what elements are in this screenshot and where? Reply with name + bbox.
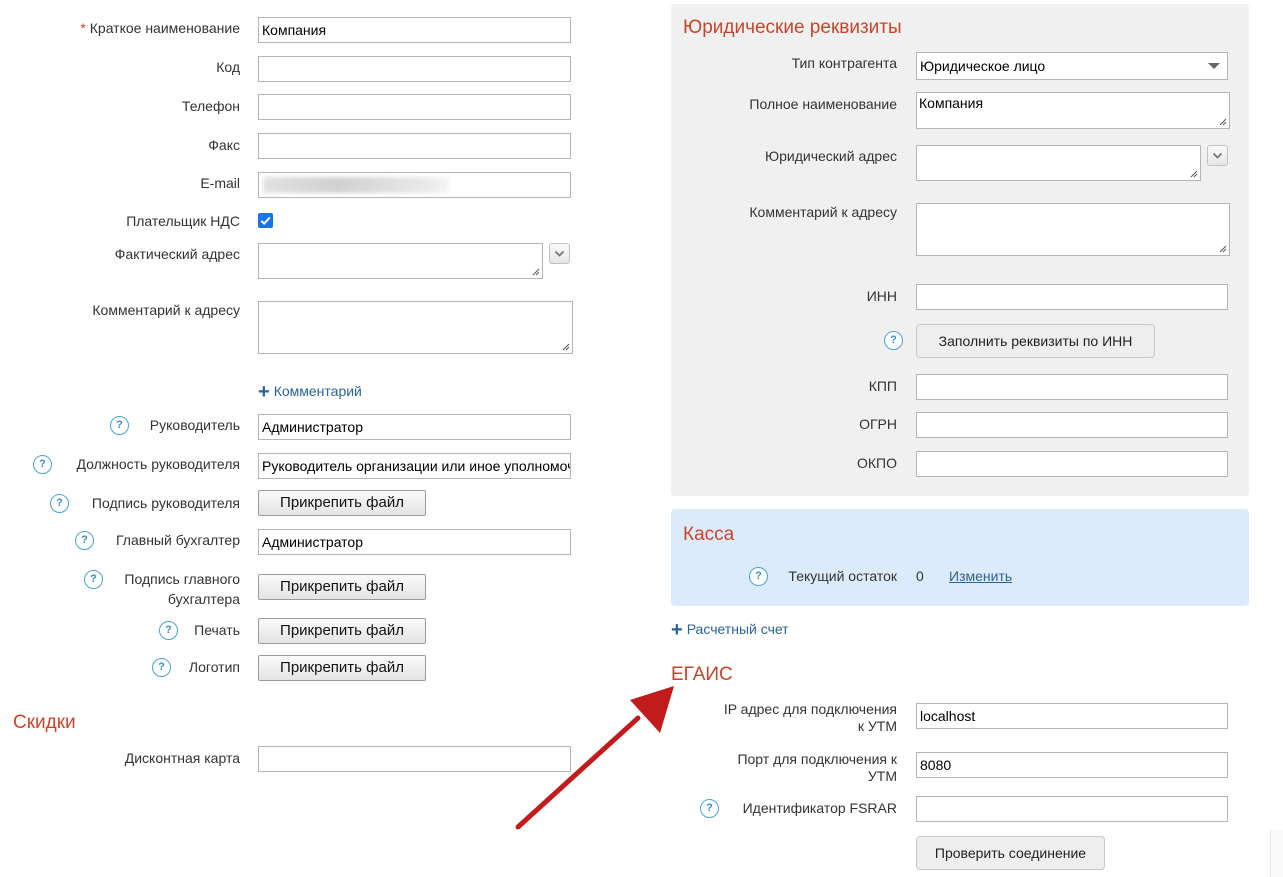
fill-by-inn-button[interactable]: Заполнить реквизиты по ИНН: [916, 324, 1155, 358]
cash-section-title: Касса: [683, 524, 735, 545]
add-comment-link-text: Комментарий: [273, 383, 362, 399]
okpo-input[interactable]: [916, 451, 1228, 477]
utm-port-input[interactable]: 8080: [916, 752, 1228, 778]
utm-ip-input[interactable]: localhost: [916, 703, 1228, 729]
director-label: Руководитель: [149, 417, 240, 433]
utm-port-label-line1: Порт для подключения к: [737, 751, 897, 767]
director-position-input[interactable]: Руководитель организации или иное уполно…: [258, 453, 571, 479]
short-name-label: * Краткое наименование: [60, 20, 240, 37]
fax-label: Факс: [208, 137, 240, 153]
counterparty-type-label: Тип контрагента: [791, 55, 897, 71]
chevron-down-icon: [554, 250, 565, 257]
inn-label: ИНН: [866, 288, 897, 304]
discounts-section-title: Скидки: [13, 712, 76, 733]
logo-label: Логотип: [188, 659, 240, 675]
utm-port-label-line2: УТМ: [867, 768, 897, 784]
email-label: E-mail: [200, 175, 240, 191]
plus-icon: +: [258, 381, 270, 403]
resize-grip-icon: [532, 268, 540, 276]
required-mark: *: [80, 20, 86, 36]
stamp-label: Печать: [194, 622, 240, 638]
legal-address-comment-label: Комментарий к адресу: [749, 204, 897, 220]
discount-card-label: Дисконтная карта: [124, 750, 240, 766]
counterparty-type-value: Юридическое лицо: [920, 58, 1046, 74]
phone-input[interactable]: [258, 94, 571, 120]
legal-address-comment-textarea[interactable]: [916, 203, 1230, 256]
code-label: Код: [216, 59, 240, 75]
fax-input[interactable]: [258, 133, 571, 159]
inn-input[interactable]: [916, 284, 1228, 310]
utm-port-label: Порт для подключения к УТМ: [690, 751, 897, 785]
utm-ip-label-line2: к УТМ: [857, 718, 897, 734]
cash-balance-label: Текущий остаток: [788, 568, 897, 584]
address-comment-label: Комментарий к адресу: [92, 302, 240, 318]
legal-address-label: Юридический адрес: [764, 148, 897, 164]
full-name-value: Компания: [919, 95, 984, 111]
code-input[interactable]: [258, 56, 571, 82]
check-icon: [260, 216, 271, 226]
short-name-input[interactable]: Компания: [258, 17, 571, 43]
discount-card-input[interactable]: [258, 746, 571, 772]
director-position-label: Должность руководителя: [76, 456, 240, 472]
accountant-signature-attach-button[interactable]: Прикрепить файл: [258, 574, 426, 600]
accountant-signature-label: Подпись главного бухгалтера: [60, 571, 240, 608]
kpp-input[interactable]: [916, 374, 1228, 400]
check-connection-button[interactable]: Проверить соединение: [916, 836, 1105, 870]
vat-payer-label: Плательщик НДС: [126, 213, 240, 229]
director-signature-label: Подпись руководителя: [91, 495, 240, 511]
chevron-down-icon: [1212, 152, 1223, 159]
counterparty-type-select[interactable]: Юридическое лицо: [916, 52, 1228, 80]
resize-grip-icon: [1190, 170, 1198, 178]
ogrn-input[interactable]: [916, 412, 1228, 438]
director-signature-attach-button[interactable]: Прикрепить файл: [258, 490, 426, 516]
plus-icon: +: [671, 619, 683, 641]
resize-grip-icon: [1219, 118, 1227, 126]
actual-address-textarea[interactable]: [258, 243, 543, 279]
email-redacted-blur: [263, 177, 449, 193]
address-comment-textarea[interactable]: [258, 301, 573, 354]
legal-address-textarea[interactable]: [916, 145, 1201, 181]
caret-down-icon: [1208, 63, 1220, 69]
fsrar-label: Идентификатор FSRAR: [742, 800, 897, 816]
director-input[interactable]: Администратор: [258, 414, 571, 440]
chief-accountant-label: Главный бухгалтер: [116, 532, 240, 548]
phone-label: Телефон: [181, 98, 240, 114]
short-name-label-text: Краткое наименование: [89, 20, 240, 36]
email-input[interactable]: [258, 172, 571, 198]
change-balance-link[interactable]: Изменить: [949, 568, 1012, 584]
cash-panel: [671, 509, 1249, 606]
accountant-signature-label-line2: бухгалтера: [167, 591, 240, 607]
egais-section-title: ЕГАИС: [671, 664, 733, 685]
actual-address-dropdown-button[interactable]: [549, 243, 570, 264]
stamp-attach-button[interactable]: Прикрепить файл: [258, 618, 426, 644]
vat-payer-checkbox[interactable]: [258, 213, 273, 228]
resize-grip-icon: [1219, 245, 1227, 253]
logo-attach-button[interactable]: Прикрепить файл: [258, 655, 426, 681]
utm-ip-label-line1: IP адрес для подключения: [723, 701, 897, 717]
legal-details-title: Юридические реквизиты: [683, 17, 902, 38]
utm-ip-label: IP адрес для подключения к УТМ: [690, 701, 897, 735]
chief-accountant-input[interactable]: Администратор: [258, 529, 571, 555]
add-bank-account-link-text: Расчетный счет: [686, 621, 789, 637]
actual-address-label: Фактический адрес: [114, 246, 240, 262]
full-name-label: Полное наименование: [749, 96, 897, 112]
legal-address-dropdown-button[interactable]: [1207, 145, 1228, 166]
cash-balance-value: 0: [916, 568, 924, 584]
fsrar-input[interactable]: [916, 796, 1228, 822]
add-comment-link[interactable]: + Комментарий: [258, 381, 362, 404]
accountant-signature-label-line1: Подпись главного: [124, 571, 240, 587]
ogrn-label: ОГРН: [859, 416, 897, 432]
full-name-textarea[interactable]: Компания: [916, 92, 1230, 129]
okpo-label: ОКПО: [857, 455, 897, 471]
fill-by-inn-help-icon[interactable]: ?: [884, 331, 903, 350]
kpp-label: КПП: [868, 378, 897, 394]
add-bank-account-link[interactable]: + Расчетный счет: [671, 619, 789, 642]
page-edge-widget: [1270, 830, 1283, 877]
resize-grip-icon: [562, 343, 570, 351]
